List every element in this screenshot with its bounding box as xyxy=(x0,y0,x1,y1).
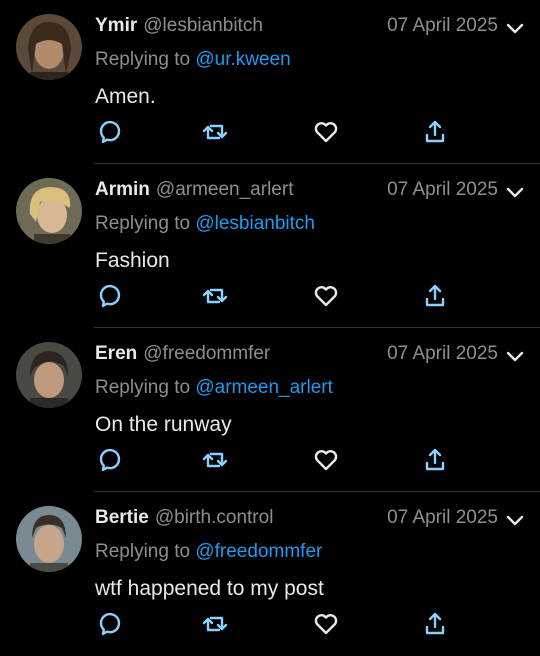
reply-icon[interactable] xyxy=(96,282,124,310)
like-icon[interactable] xyxy=(312,446,340,474)
reply-icon[interactable] xyxy=(96,610,124,638)
user-handle[interactable]: @lesbianbitch xyxy=(143,15,263,36)
chevron-down-icon[interactable] xyxy=(506,19,524,34)
share-icon[interactable] xyxy=(421,282,449,310)
avatar[interactable] xyxy=(16,342,82,408)
tweet-text: Fashion xyxy=(95,249,170,272)
tweet[interactable]: Ymir @lesbianbitch 07 April 2025 Replying… xyxy=(0,0,540,164)
tweet-date: 07 April 2025 xyxy=(387,179,498,200)
replying-to-label: Replying to xyxy=(95,541,191,562)
user-handle[interactable]: @freedommfer xyxy=(143,343,270,364)
tweet-date: 07 April 2025 xyxy=(387,507,498,528)
mention-link[interactable]: @lesbianbitch xyxy=(195,213,315,234)
retweet-icon[interactable] xyxy=(201,610,229,638)
share-icon[interactable] xyxy=(421,118,449,146)
avatar[interactable] xyxy=(16,178,82,244)
avatar[interactable] xyxy=(16,14,82,80)
like-icon[interactable] xyxy=(312,610,340,638)
tweet-text: wtf happened to my post xyxy=(95,577,324,600)
reply-icon[interactable] xyxy=(96,118,124,146)
reply-icon[interactable] xyxy=(96,446,124,474)
like-icon[interactable] xyxy=(312,118,340,146)
retweet-icon[interactable] xyxy=(201,118,229,146)
replying-to-label: Replying to xyxy=(95,377,191,398)
replying-to-label: Replying to xyxy=(95,49,191,70)
tweet[interactable]: Armin @armeen_arlert 07 April 2025 Replyi… xyxy=(0,164,540,328)
chevron-down-icon[interactable] xyxy=(506,183,524,198)
display-name[interactable]: Ymir xyxy=(95,15,137,36)
tweet[interactable]: Bertie @birth.control 07 April 2025 Reply… xyxy=(0,492,540,656)
tweet-text: Amen. xyxy=(95,85,156,108)
mention-link[interactable]: @ur.kween xyxy=(195,49,290,70)
mention-link[interactable]: @armeen_arlert xyxy=(195,377,333,398)
user-handle[interactable]: @armeen_arlert xyxy=(156,179,294,200)
avatar[interactable] xyxy=(16,506,82,572)
display-name[interactable]: Bertie xyxy=(95,507,149,528)
retweet-icon[interactable] xyxy=(201,446,229,474)
tweet-date: 07 April 2025 xyxy=(387,343,498,364)
replying-to-label: Replying to xyxy=(95,213,191,234)
mention-link[interactable]: @freedommfer xyxy=(195,541,322,562)
user-handle[interactable]: @birth.control xyxy=(155,507,274,528)
tweet[interactable]: Eren @freedommfer 07 April 2025 Replying … xyxy=(0,328,540,492)
share-icon[interactable] xyxy=(421,446,449,474)
like-icon[interactable] xyxy=(312,282,340,310)
share-icon[interactable] xyxy=(421,610,449,638)
display-name[interactable]: Eren xyxy=(95,343,137,364)
tweet-date: 07 April 2025 xyxy=(387,15,498,36)
chevron-down-icon[interactable] xyxy=(506,347,524,362)
reply-thread: Ymir @lesbianbitch 07 April 2025 Replying… xyxy=(0,0,540,654)
retweet-icon[interactable] xyxy=(201,282,229,310)
tweet-text: On the runway xyxy=(95,413,232,436)
display-name[interactable]: Armin xyxy=(95,179,150,200)
chevron-down-icon[interactable] xyxy=(506,511,524,526)
